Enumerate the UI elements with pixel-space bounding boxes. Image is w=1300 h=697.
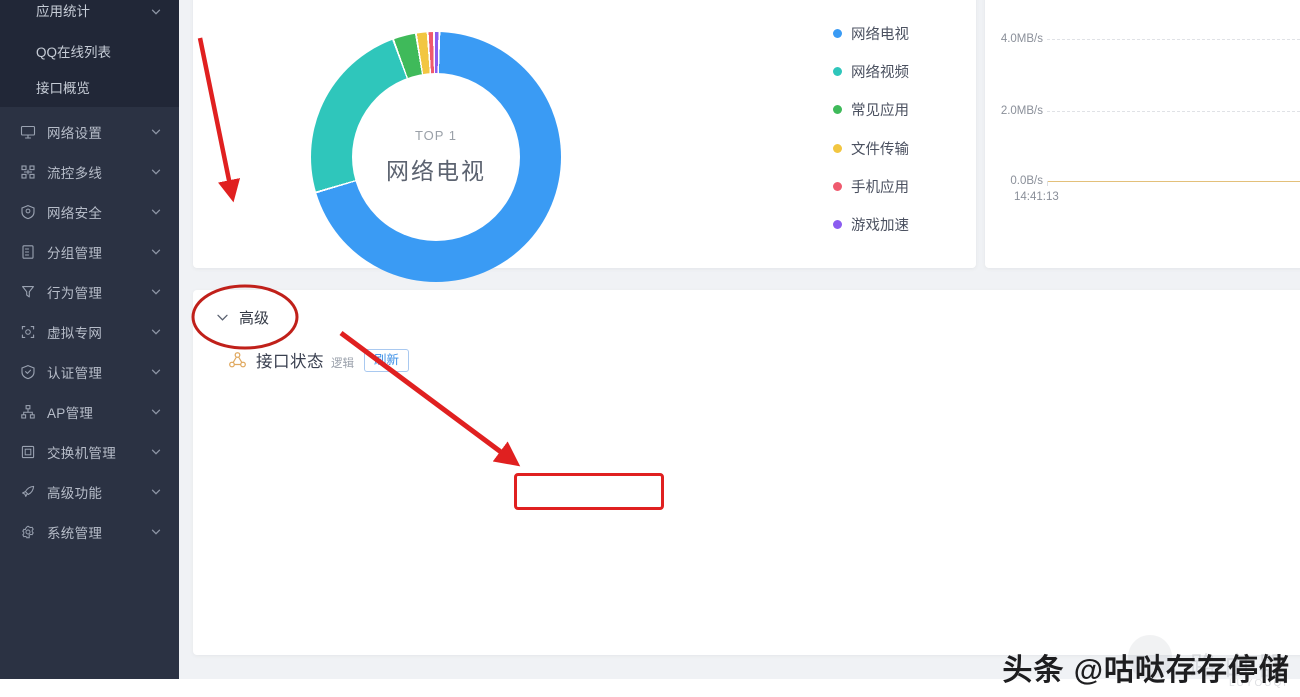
legend-color-dot <box>833 29 842 38</box>
chevron-down-icon <box>151 5 161 15</box>
legend-item[interactable]: 网络电视 <box>833 14 963 52</box>
gridline <box>1047 39 1300 40</box>
donut-center-label: TOP 1 网络电视 <box>352 73 520 241</box>
legend-color-dot <box>833 220 842 229</box>
chevron-down-icon <box>151 167 161 177</box>
sidebar-item-label: 系统管理 <box>47 522 151 542</box>
legend-item[interactable]: 手机应用 <box>833 167 963 205</box>
sidebar-item-label: 流控多线 <box>47 162 151 182</box>
sidebar-item-app-stats[interactable]: 应用统计 <box>0 0 179 27</box>
donut-rank-label: TOP 1 <box>415 128 457 143</box>
interface-status-title: 接口状态 <box>256 348 324 372</box>
sidebar-item-label: 虚拟专网 <box>47 322 151 342</box>
sidebar-item-vpn[interactable]: 虚拟专网 <box>0 312 179 352</box>
sidebar-subitem-interface-overview[interactable]: 接口概览 <box>0 70 179 104</box>
chevron-down-icon <box>215 311 229 325</box>
legend-label: 游戏加速 <box>851 214 909 235</box>
filter-icon <box>18 282 38 302</box>
switch-icon <box>18 442 38 462</box>
legend-label: 常见应用 <box>851 99 909 120</box>
legend-item[interactable]: 常见应用 <box>833 91 963 129</box>
axis-tick <box>1047 181 1048 186</box>
legend-color-dot <box>833 182 842 191</box>
sidebar-item-network-settings[interactable]: 网络设置 <box>0 112 179 152</box>
sidebar-item-group-management[interactable]: 分组管理 <box>0 232 179 272</box>
sidebar: 应用统计 QQ在线列表 接口概览 网络设置 <box>0 0 179 697</box>
sidebar-item-behavior-management[interactable]: 行为管理 <box>0 272 179 312</box>
x-tick-label: 14:41:13 <box>1014 191 1059 203</box>
ap-tree-icon <box>18 402 38 422</box>
legend-label: 网络视频 <box>851 61 909 82</box>
speed-line-chart[interactable]: 4.0MB/s 2.0MB/s 0.0B/s 14:41:13 <box>985 0 1300 268</box>
sidebar-item-system-management[interactable]: 系统管理 <box>0 512 179 552</box>
vpn-icon <box>18 322 38 342</box>
gridline <box>1047 111 1300 112</box>
sidebar-item-ap-management[interactable]: AP管理 <box>0 392 179 432</box>
chevron-down-icon <box>151 207 161 217</box>
sidebar-item-label: 网络安全 <box>47 202 151 222</box>
gear-icon <box>18 522 38 542</box>
advanced-panel: 高级 接口状态 逻辑 刷新 <box>193 290 1300 655</box>
sidebar-item-label: 行为管理 <box>47 282 151 302</box>
legend-color-dot <box>833 144 842 153</box>
chevron-down-icon <box>151 527 161 537</box>
app-statistics-card: TOP 1 网络电视 网络电视 网络视频 常见应用 <box>193 0 976 268</box>
shield-icon <box>18 202 38 222</box>
watermark-text: 头条 @咕哒存存停储 <box>1002 645 1290 689</box>
chevron-down-icon <box>151 367 161 377</box>
sidebar-item-authentication[interactable]: 认证管理 <box>0 352 179 392</box>
sidebar-item-label: 网络设置 <box>47 122 151 142</box>
chevron-down-icon <box>151 487 161 497</box>
legend-label: 文件传输 <box>851 138 909 159</box>
sidebar-item-flow-control[interactable]: 流控多线 <box>0 152 179 192</box>
legend-item[interactable]: 文件传输 <box>833 129 963 167</box>
y-tick-label: 4.0MB/s <box>985 33 1043 45</box>
advanced-section-toggle[interactable]: 高级 <box>215 307 269 328</box>
chevron-down-icon <box>151 127 161 137</box>
chevron-down-icon <box>151 287 161 297</box>
sidebar-item-network-security[interactable]: 网络安全 <box>0 192 179 232</box>
interface-status-header: 接口状态 逻辑 刷新 <box>227 348 409 372</box>
sidebar-item-label: 认证管理 <box>47 362 151 382</box>
chevron-down-icon <box>151 447 161 457</box>
sidebar-item-label: 交换机管理 <box>47 442 151 462</box>
flow-control-icon <box>18 162 38 182</box>
legend-label: 网络电视 <box>851 23 909 44</box>
y-tick-label: 0.0B/s <box>985 175 1043 187</box>
chevron-down-icon <box>151 327 161 337</box>
series-line <box>1047 181 1300 182</box>
topology-icon <box>227 350 247 370</box>
main-content: TOP 1 网络电视 网络电视 网络视频 常见应用 <box>179 0 1300 697</box>
sidebar-item-switch-management[interactable]: 交换机管理 <box>0 432 179 472</box>
group-icon <box>18 242 38 262</box>
shield-check-icon <box>18 362 38 382</box>
speed-chart-card: 4.0MB/s 2.0MB/s 0.0B/s 14:41:13 <box>985 0 1300 268</box>
legend-item[interactable]: 游戏加速 <box>833 205 963 243</box>
sidebar-item-label: 高级功能 <box>47 482 151 502</box>
chevron-down-icon <box>151 407 161 417</box>
donut-top-app-name: 网络电视 <box>386 152 486 186</box>
sidebar-subitem-qq-online-list[interactable]: QQ在线列表 <box>0 34 179 68</box>
interface-status-subtitle: 逻辑 <box>331 355 354 371</box>
sidebar-subitem-label: QQ在线列表 <box>36 41 111 61</box>
legend-item[interactable]: 网络视频 <box>833 52 963 90</box>
legend-label: 手机应用 <box>851 176 909 197</box>
sidebar-item-label: 分组管理 <box>47 242 151 262</box>
app-distribution-donut-chart[interactable]: TOP 1 网络电视 <box>311 32 561 282</box>
refresh-button[interactable]: 刷新 <box>364 349 409 372</box>
advanced-section-title: 高级 <box>239 307 269 328</box>
monitor-icon <box>18 122 38 142</box>
chevron-down-icon <box>151 247 161 257</box>
donut-legend: 网络电视 网络视频 常见应用 文件传输 手机应用 <box>833 14 963 244</box>
sidebar-item-label: 应用统计 <box>36 0 90 20</box>
sidebar-item-label: AP管理 <box>47 402 151 422</box>
y-tick-label: 2.0MB/s <box>985 105 1043 117</box>
sidebar-subitem-label: 接口概览 <box>36 77 90 97</box>
legend-color-dot <box>833 67 842 76</box>
sidebar-item-advanced-features[interactable]: 高级功能 <box>0 472 179 512</box>
sidebar-submenu-block: 应用统计 QQ在线列表 接口概览 <box>0 0 179 107</box>
legend-color-dot <box>833 105 842 114</box>
rocket-icon <box>18 482 38 502</box>
